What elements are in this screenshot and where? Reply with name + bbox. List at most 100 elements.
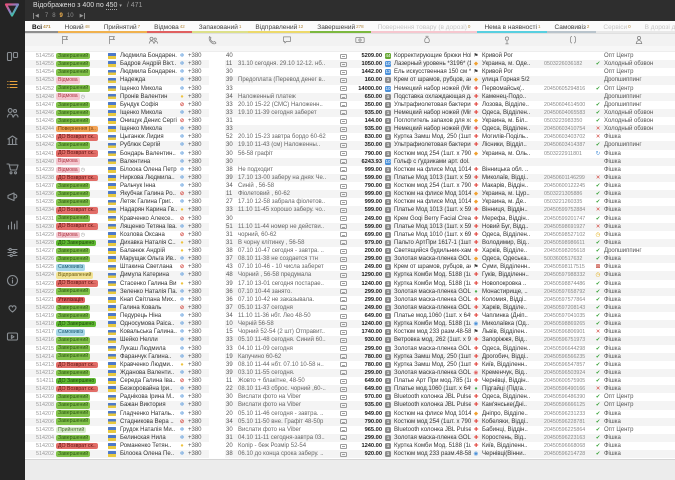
manager-comment[interactable]: [237, 125, 337, 133]
status-cell[interactable]: Завершений: [55, 401, 105, 409]
manager-comment[interactable]: 11.10 11-36 нбт. Лео 48-50: [237, 312, 337, 320]
manager-comment[interactable]: Синій , 56-58: [237, 182, 337, 190]
order-row[interactable]: 514236ЗавершенийЯкубчак Галина Ро..⊘+380…: [25, 190, 675, 198]
manager-comment[interactable]: Чорний 52-54 (2 шт) Отправит..: [237, 328, 337, 336]
order-row[interactable]: 514255ЗавершенийБадров Андрій Вікт..❄+38…: [25, 60, 675, 68]
sidebar-item-orders-icon[interactable]: [6, 78, 19, 91]
delivery-address[interactable]: Коростень, Від..: [481, 434, 543, 442]
ttn-number[interactable]: 20450596486390: [543, 393, 593, 401]
sidebar-item-purchases-icon[interactable]: [6, 162, 19, 175]
order-row[interactable]: 514224ВідправленийДимула Катерина❄+38048…: [25, 271, 675, 279]
product-name[interactable]: Куртка Замш Мод. 250 (1шт. x 7..: [393, 361, 471, 369]
client-name[interactable]: Бажан Виктория: [119, 401, 177, 409]
status-cell[interactable]: ДО Возврат ск..: [55, 133, 105, 141]
ttn-number[interactable]: 0503226036182: [543, 60, 593, 68]
manager-comment[interactable]: 17.10 13-01 сегодня постарае..: [237, 280, 337, 288]
order-row[interactable]: 514252ЗавершенийІщенко Микола❄+380331400…: [25, 85, 675, 93]
ttn-number[interactable]: 20450598117515: [543, 263, 593, 271]
manager-comment[interactable]: [237, 117, 337, 125]
product-name[interactable]: Куртка Комби Мод. 5188 (1шт. x..: [393, 280, 471, 288]
status-cell[interactable]: Завершений: [55, 393, 105, 401]
status-cell[interactable]: Самовивіз: [55, 328, 105, 336]
order-row[interactable]: 514207ЗавершенийГладченко Наталь..❄+3802…: [25, 410, 675, 418]
ttn-number[interactable]: 20450600575905: [543, 377, 593, 385]
status-cell[interactable]: Завершений: [55, 190, 105, 198]
tab-Прийнятий[interactable]: Прийнятий7: [97, 21, 147, 33]
ttn-number[interactable]: 20450598691927: [543, 223, 593, 231]
delivery-address[interactable]: Мерефа, Віддін..: [481, 215, 543, 223]
manager-comment[interactable]: 11.10 11-45 хорошо заберу. чо..: [237, 206, 337, 214]
client-name[interactable]: Рублюк Сергій: [119, 141, 177, 149]
client-name[interactable]: Іщенко Микола: [119, 85, 177, 93]
client-name[interactable]: Надарян Карина Гв..: [119, 206, 177, 214]
manager-comment[interactable]: 20.10 15-22 (СМС) Наложенн..: [237, 101, 337, 109]
ttn-number[interactable]: 20450603403702: [543, 133, 593, 141]
status-cell[interactable]: Відмова◷: [55, 93, 105, 101]
delivery-address[interactable]: Одеса, Відділен..: [481, 109, 543, 117]
order-row[interactable]: 514242ЗавершенийРублюк Сергій❄+3803019.1…: [25, 141, 675, 149]
product-name[interactable]: Костюм на флисе Мод 1014 (1ш..: [393, 166, 471, 174]
client-name[interactable]: Білоока Олена Пе..: [119, 450, 177, 458]
manager-comment[interactable]: [237, 85, 337, 93]
status-cell[interactable]: Завершений: [55, 288, 105, 296]
status-cell[interactable]: Завершений: [55, 255, 105, 263]
client-name[interactable]: Фаранчук Галина..: [119, 353, 177, 361]
delivery-address[interactable]: Харків, Відділе..: [481, 304, 543, 312]
manager-comment[interactable]: 17.10 13-00 заберу на днях Че..: [237, 174, 337, 182]
status-cell[interactable]: Завершений: [55, 353, 105, 361]
manager-comment[interactable]: 06.10 до конца срока заберу. ..: [237, 450, 337, 458]
order-row[interactable]: 514223ДО Возврат ск..Стасенко Галина Ви.…: [25, 280, 675, 288]
client-name[interactable]: Цыганюк Лидия: [119, 133, 177, 141]
ttn-number[interactable]: 20450597658792: [543, 288, 593, 296]
manager-comment[interactable]: 08.10 11-43 сброс. чорний ,60-..: [237, 385, 337, 393]
manager-comment[interactable]: 08.10 11-38 не создается ттн: [237, 255, 337, 263]
status-cell[interactable]: Відмова: [55, 76, 105, 84]
order-row[interactable]: 514206ЗавершенийСтадникова Вера ..⊘+3803…: [25, 418, 675, 426]
status-filter-icon[interactable]: [25, 46, 105, 51]
ttn-number[interactable]: 20450597577864: [543, 296, 593, 304]
status-cell[interactable]: ДО Завершено: [55, 377, 105, 385]
status-column-flag-icon[interactable]: [25, 34, 105, 46]
delivery-address[interactable]: Украина, м. Оль..: [481, 150, 543, 158]
sidebar-item-donate-icon[interactable]: [6, 302, 19, 315]
ttn-number[interactable]: 20450596668068: [543, 442, 593, 450]
client-name[interactable]: Шейко Нелли: [119, 336, 177, 344]
product-name[interactable]: Ультрафиолетовая бактерицид..: [393, 141, 471, 149]
manager-comment[interactable]: Чорний , 56-58 предумала: [237, 271, 337, 279]
status-cell[interactable]: Завершений: [55, 68, 105, 76]
ttn-number[interactable]: 20450596225864: [543, 426, 593, 434]
chevron-down-icon[interactable]: ▾: [119, 3, 122, 9]
ttn-number[interactable]: 20450596547857: [543, 361, 593, 369]
client-name[interactable]: Раднікова Ірина М..: [119, 393, 177, 401]
client-name[interactable]: Педурець Ніна: [119, 312, 177, 320]
product-name[interactable]: Крем от шрамов, рубцов, акне, ..: [393, 263, 471, 271]
delivery-address[interactable]: Кам'янське(Дні..: [481, 401, 543, 409]
delivery-address[interactable]: Кременчук, Від..: [481, 369, 543, 377]
delivery-address[interactable]: Новопокровка ..: [481, 280, 543, 288]
client-name[interactable]: Середа Галина Іва..: [119, 377, 177, 385]
order-row[interactable]: 514219ЗавершенийПедурець Ніна❄+3803411.1…: [25, 312, 675, 320]
tab-Нема в наявності[interactable]: Нема в наявності1: [477, 21, 547, 33]
product-name[interactable]: Гольф с ґудзиками арт. dol. 21..: [393, 158, 471, 166]
status-cell[interactable]: Завершений: [55, 336, 105, 344]
ttn-number[interactable]: 20450598527102: [543, 231, 593, 239]
manager-comment[interactable]: 56-58 графіт: [237, 150, 337, 158]
delivery-address[interactable]: Макарів, Віддін..: [481, 182, 543, 190]
product-name[interactable]: Золотая маска-пленка GOLD C..: [393, 304, 471, 312]
order-row[interactable]: 514229Відмова◷Козлова Оксана⊘+38031чорни…: [25, 231, 675, 239]
manager-comment[interactable]: [237, 215, 337, 223]
product-name[interactable]: Bluetooth колонка JBL Pulse-3 (..: [393, 401, 471, 409]
order-row[interactable]: 514202ЗавершенийБілоока Олена Пе..❄+3803…: [25, 450, 675, 458]
client-name[interactable]: Валентина: [119, 158, 177, 166]
tab-Всі[interactable]: Всі471: [25, 21, 58, 33]
ttn-number[interactable]: [543, 158, 593, 166]
product-name[interactable]: Золотая маска-пленка GOLD C..: [393, 288, 471, 296]
client-name[interactable]: Зеленко Наталія Па..: [119, 288, 177, 296]
delivery-address[interactable]: Кривой Рог: [481, 68, 543, 76]
status-cell[interactable]: Відмова◷: [55, 231, 105, 239]
client-name[interactable]: Баланюк Андрій: [119, 247, 177, 255]
ttn-number[interactable]: 20450597208143: [543, 304, 593, 312]
product-name[interactable]: Куртка Комби Мод. 5188 (1шт. x..: [393, 271, 471, 279]
status-cell[interactable]: Завершений: [55, 215, 105, 223]
ttn-number[interactable]: [543, 68, 593, 76]
